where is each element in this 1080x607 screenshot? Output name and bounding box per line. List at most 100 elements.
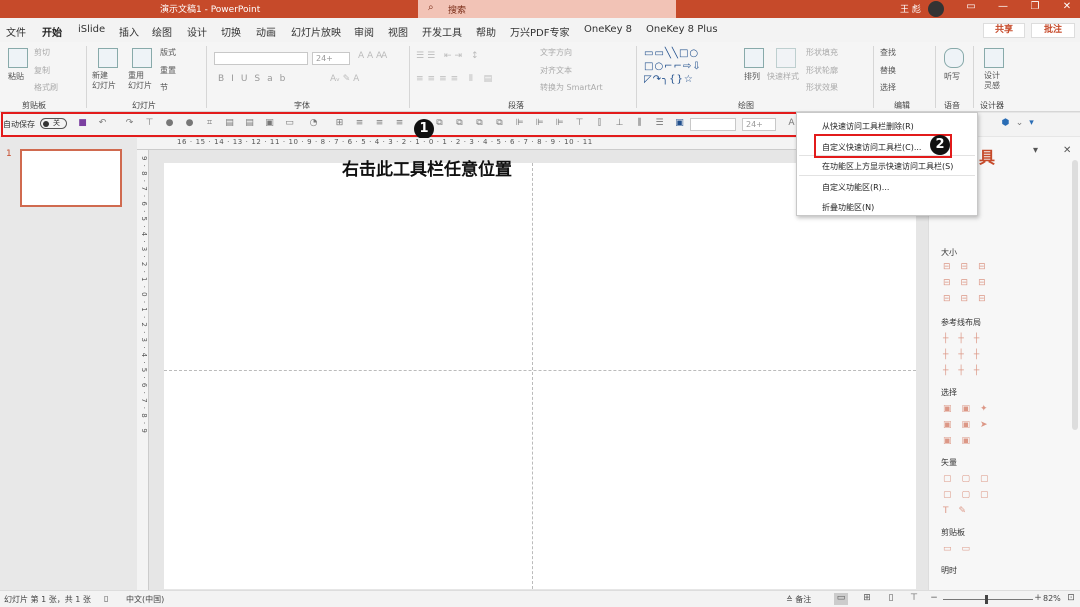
section-button[interactable]: 节 <box>160 82 168 93</box>
slide-canvas[interactable] <box>164 163 916 589</box>
new-slide-button[interactable]: 新建 幻灯片 <box>92 71 116 91</box>
share-button[interactable]: 共享 <box>983 23 1025 38</box>
find-button[interactable]: 查找 <box>880 47 896 58</box>
arrange-icon[interactable] <box>744 48 764 68</box>
quick-styles-button[interactable]: 快速样式 <box>767 71 799 82</box>
user-name[interactable]: 王 彪 <box>900 2 921 15</box>
convert-smartart-button[interactable]: 转换为 SmartArt <box>540 82 603 93</box>
tab-insert[interactable]: 插入 <box>119 24 139 39</box>
reset-button[interactable]: 重置 <box>160 65 176 76</box>
align-buttons-icon[interactable]: ≡≡≡≡ ⫴ ▤ <box>416 74 496 84</box>
tab-review[interactable]: 审阅 <box>354 24 374 39</box>
shape-outline-button[interactable]: 形状轮廓 <box>806 65 838 76</box>
shape-effects-button[interactable]: 形状效果 <box>806 82 838 93</box>
vertical-guide[interactable] <box>532 163 533 589</box>
notes-button[interactable]: ≙ 备注 <box>786 594 811 605</box>
design-ideas-button[interactable]: 设计 灵感 <box>984 71 1000 91</box>
tab-wondershare-pdf[interactable]: 万兴PDF专家 <box>510 24 569 39</box>
toolbar-dropdown-icon[interactable]: ▾ <box>1026 118 1037 129</box>
zoom-slider-thumb[interactable] <box>985 595 988 604</box>
tab-islide[interactable]: iSlide <box>78 24 105 35</box>
restore-icon[interactable]: ❐ <box>1028 1 1042 12</box>
font-size-combo[interactable]: 24+ <box>312 52 350 65</box>
tab-help[interactable]: 帮助 <box>476 24 496 39</box>
pane-close-icon[interactable]: ✕ <box>1063 145 1071 156</box>
zoom-out-icon[interactable]: − <box>927 593 941 605</box>
shape-fill-button[interactable]: 形状填充 <box>806 47 838 58</box>
new-slide-icon[interactable] <box>98 48 118 68</box>
ribbon-display-icon[interactable]: ▭ <box>964 1 978 12</box>
replace-button[interactable]: 替换 <box>880 65 896 76</box>
design-ideas-icon[interactable] <box>984 48 1004 68</box>
group-label-drawing: 绘图 <box>738 101 754 110</box>
reuse-slides-icon[interactable] <box>132 48 152 68</box>
microphone-icon[interactable] <box>944 48 964 68</box>
qat-dropdown-icon[interactable]: ⌄ <box>1014 118 1025 129</box>
font-color-icons[interactable]: Aᵥ ✎ A <box>330 74 359 84</box>
document-title: 演示文稿1 - PowerPoint <box>160 5 261 15</box>
fit-slide-icon[interactable]: ⊡ <box>1064 593 1078 605</box>
language-status[interactable]: 中文(中国) <box>126 594 164 605</box>
comments-button[interactable]: 批注 <box>1031 23 1075 38</box>
dictate-button[interactable]: 听写 <box>944 71 960 82</box>
avatar[interactable] <box>928 1 944 17</box>
menu-item-customize-ribbon[interactable]: 自定义功能区(R)... <box>822 182 889 193</box>
arrange-button[interactable]: 排列 <box>744 71 760 82</box>
minimize-icon[interactable]: — <box>996 1 1010 12</box>
cube-icon[interactable]: ⬢ <box>1000 118 1011 129</box>
clipboard-icons[interactable]: ▭▭ <box>943 541 1013 557</box>
guide-layout-icons[interactable]: ┼┼┼ ┼┼┼ ┼┼┼ <box>943 331 1013 379</box>
group-label-font: 字体 <box>294 101 310 110</box>
pane-title: 具 <box>979 148 996 167</box>
font-name-combo[interactable] <box>214 52 308 65</box>
vector-icons[interactable]: ▢▢▢ ▢▢▢ T✎ <box>943 471 1013 519</box>
menu-item-remove-from-qat[interactable]: 从快速访问工具栏删除(R) <box>822 121 914 132</box>
search-box[interactable]: ⌕ 搜索 <box>418 0 676 18</box>
close-icon[interactable]: ✕ <box>1060 1 1074 12</box>
paste-icon[interactable] <box>8 48 28 68</box>
list-buttons-icon[interactable]: ☰☰ ⇤⇥ ↕ <box>416 51 481 61</box>
copy-button[interactable]: 复制 <box>34 65 50 76</box>
select-button[interactable]: 选择 <box>880 82 896 93</box>
slideshow-view-icon[interactable]: ⊤ <box>907 593 921 605</box>
shapes-gallery[interactable]: ▭▭╲╲□○ □○⌐⌐⇨⇩ ◸↷╮{}☆ <box>644 47 736 87</box>
font-format-icons[interactable]: BIUSab <box>218 74 292 84</box>
tab-animations[interactable]: 动画 <box>256 24 276 39</box>
tab-file[interactable]: 文件 <box>6 24 26 39</box>
pane-scrollbar[interactable] <box>1072 160 1078 430</box>
tab-slideshow[interactable]: 幻灯片放映 <box>291 24 341 39</box>
slide-thumbnail[interactable] <box>20 149 122 207</box>
layout-button[interactable]: 版式 <box>160 47 176 58</box>
section-guide-layout: 参考线布局 <box>941 318 981 327</box>
ribbon-tabs: 文件 开始 iSlide 插入 绘图 设计 切换 动画 幻灯片放映 审阅 视图 … <box>0 18 1080 44</box>
normal-view-icon[interactable]: ▭ <box>834 593 848 605</box>
zoom-slider[interactable] <box>943 599 1033 600</box>
select-icons[interactable]: ▣▣✦ ▣▣➤ ▣▣ <box>943 401 1013 449</box>
pane-menu-icon[interactable]: ▾ <box>1033 145 1038 156</box>
font-size-buttons-icon[interactable]: A A Ꜳ <box>358 51 387 61</box>
tab-onekey8[interactable]: OneKey 8 <box>584 24 632 35</box>
tab-home[interactable]: 开始 <box>42 24 62 44</box>
menu-item-show-qat-above[interactable]: 在功能区上方显示快速访问工具栏(S) <box>822 161 953 172</box>
zoom-level[interactable]: 82% <box>1043 594 1061 603</box>
align-text-button[interactable]: 对齐文本 <box>540 65 572 76</box>
tab-design[interactable]: 设计 <box>187 24 207 39</box>
reading-view-icon[interactable]: ▯ <box>884 593 898 605</box>
tab-draw[interactable]: 绘图 <box>152 24 172 39</box>
ribbon: 粘贴 剪切 复制 格式刷 剪贴板 新建 幻灯片 重用 幻灯片 版式 重置 节 幻… <box>0 42 1080 112</box>
quick-styles-icon[interactable] <box>776 48 796 68</box>
size-icons[interactable]: ⊟⊟⊟ ⊟⊟⊟ ⊟⊟⊟ <box>943 259 1013 307</box>
reuse-slides-button[interactable]: 重用 幻灯片 <box>128 71 152 91</box>
tab-onekey8plus[interactable]: OneKey 8 Plus <box>646 24 718 35</box>
text-direction-button[interactable]: 文字方向 <box>540 47 572 58</box>
slide-sorter-icon[interactable]: ⊞ <box>860 593 874 605</box>
tab-view[interactable]: 视图 <box>388 24 408 39</box>
menu-item-collapse-ribbon[interactable]: 折叠功能区(N) <box>822 202 874 213</box>
accessibility-icon[interactable]: ▯ <box>104 594 108 603</box>
cut-button[interactable]: 剪切 <box>34 47 50 58</box>
tab-developer[interactable]: 开发工具 <box>422 24 462 39</box>
horizontal-guide[interactable] <box>164 370 916 371</box>
tab-transitions[interactable]: 切换 <box>221 24 241 39</box>
format-painter-button[interactable]: 格式刷 <box>34 82 58 93</box>
paste-button[interactable]: 粘贴 <box>8 71 24 82</box>
